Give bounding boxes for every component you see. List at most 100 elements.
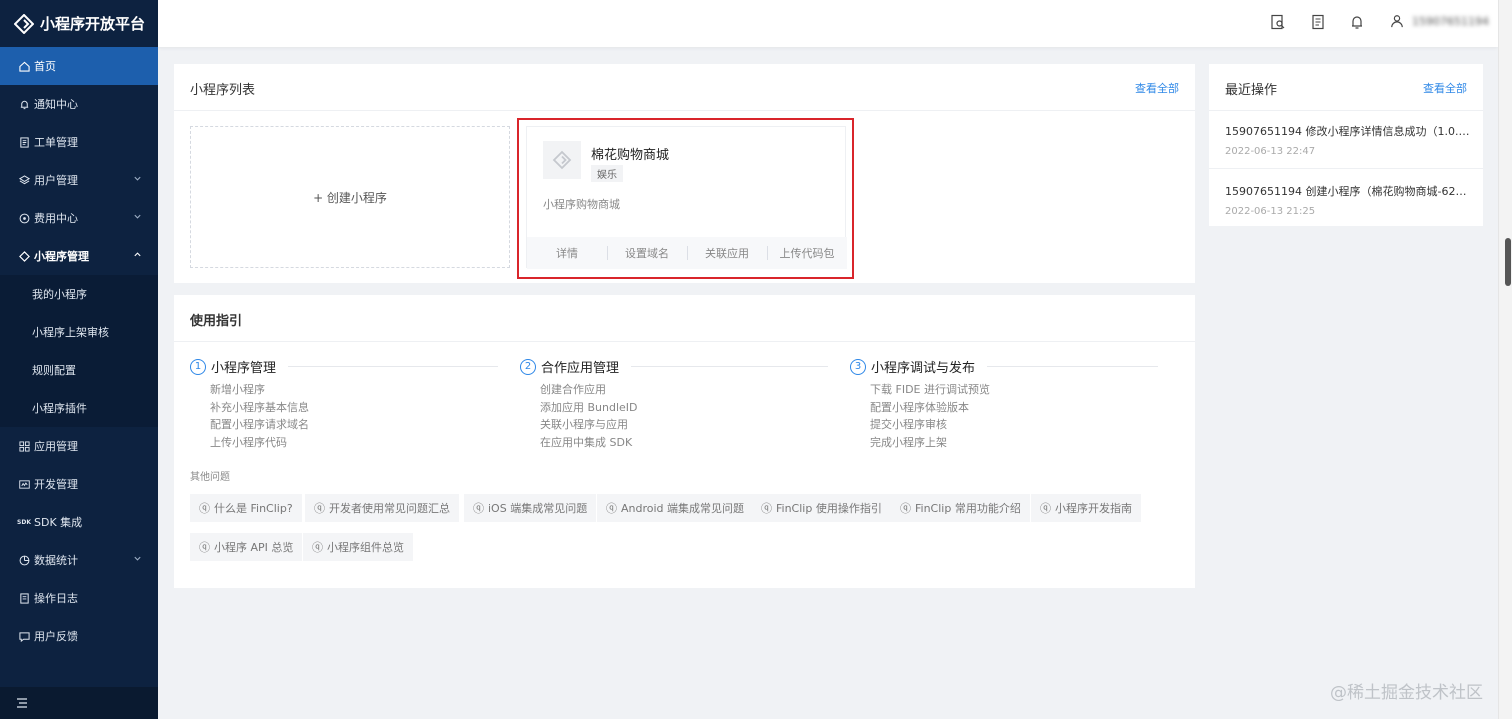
guide-step[interactable]: 提交小程序审核 [870, 416, 1170, 434]
grid-icon [18, 440, 30, 452]
create-miniprogram-button[interactable]: + 创建小程序 [190, 126, 510, 268]
sidebar-subitem-my-miniprograms[interactable]: 我的小程序 [0, 275, 158, 313]
guide-step[interactable]: 配置小程序请求域名 [210, 416, 510, 434]
sidebar-item-logs[interactable]: 操作日志 [0, 579, 158, 617]
layers-icon [18, 174, 30, 186]
sidebar-item-label: 通知中心 [34, 98, 78, 111]
highlight-box [517, 118, 854, 279]
faq-chip[interactable]: ⓠ FinClip 常用功能介绍 [891, 494, 1030, 522]
faq-chip-label: 小程序开发指南 [1055, 502, 1132, 515]
faq-chip-label: FinClip 使用操作指引 [776, 502, 882, 515]
scrollbar-thumb[interactable] [1505, 238, 1511, 286]
faq-chip[interactable]: ⓠ FinClip 使用操作指引 [752, 494, 891, 522]
guide-heading: 3 小程序调试与发布 [850, 357, 1170, 376]
operation-time: 2022-06-13 22:47 [1225, 146, 1316, 157]
ticket-icon [18, 136, 30, 148]
operation-text: 15907651194 创建小程序（棉花购物商城-62a73... [1225, 185, 1471, 198]
help-icon: ⓠ [1040, 502, 1051, 515]
faq-chip-label: FinClip 常用功能介绍 [915, 502, 1021, 515]
sidebar-item-billing[interactable]: 费用中心 [0, 199, 158, 237]
guide-column: 2 合作应用管理 创建合作应用 添加应用 BundleID 关联小程序与应用 在… [520, 357, 840, 451]
faq-chip[interactable]: ⓠ 小程序组件总览 [303, 533, 413, 561]
guide-step[interactable]: 创建合作应用 [540, 381, 840, 399]
guide-step[interactable]: 上传小程序代码 [210, 434, 510, 452]
sidebar-item-feedback[interactable]: 用户反馈 [0, 617, 158, 655]
guide-step[interactable]: 关联小程序与应用 [540, 416, 840, 434]
sidebar-item-label: 应用管理 [34, 440, 78, 453]
guide-step[interactable]: 添加应用 BundleID [540, 399, 840, 417]
sidebar-item-miniprogram[interactable]: 小程序管理 [0, 237, 158, 275]
document-icon[interactable] [1310, 14, 1326, 30]
notification-icon[interactable] [1349, 14, 1365, 30]
divider [288, 366, 498, 367]
faq-chip[interactable]: ⓠ iOS 端集成常见问题 [464, 494, 597, 522]
feedback-icon [18, 630, 30, 642]
faq-chip[interactable]: ⓠ 什么是 FinClip? [190, 494, 302, 522]
guide-step[interactable]: 配置小程序体验版本 [870, 399, 1170, 417]
top-header: 15907651194 [158, 0, 1498, 47]
faq-chip-label: 什么是 FinClip? [214, 502, 293, 515]
sidebar-item-tickets[interactable]: 工单管理 [0, 123, 158, 161]
sidebar-item-dev[interactable]: 开发管理 [0, 465, 158, 503]
brand[interactable]: 小程序开放平台 [0, 0, 158, 47]
step-number-badge: 3 [850, 358, 866, 375]
sidebar: 小程序开放平台 首页 通知中心 工单管理 用户管理 费用中心 小程序管理 我的小… [0, 0, 158, 719]
sidebar-item-label: 数据统计 [34, 554, 78, 567]
logo-icon [14, 13, 34, 34]
help-icon: ⓠ [606, 502, 617, 515]
faq-chip-label: 开发者使用常见问题汇总 [329, 502, 450, 515]
sidebar-item-home[interactable]: 首页 [0, 47, 158, 85]
sidebar-item-sdk[interactable]: SDK SDK 集成 [0, 503, 158, 541]
divider [1209, 110, 1483, 111]
sidebar-item-apps[interactable]: 应用管理 [0, 427, 158, 465]
guide-step[interactable]: 完成小程序上架 [870, 434, 1170, 452]
sidebar-item-users[interactable]: 用户管理 [0, 161, 158, 199]
chevron-down-icon [134, 556, 141, 561]
guide-step[interactable]: 新增小程序 [210, 381, 510, 399]
faq-chip[interactable]: ⓠ 开发者使用常见问题汇总 [305, 494, 459, 522]
help-icon: ⓠ [761, 502, 772, 515]
divider [631, 366, 828, 367]
help-icon: ⓠ [473, 502, 484, 515]
chevron-down-icon [134, 214, 141, 219]
help-icon: ⓠ [199, 541, 210, 554]
divider [174, 341, 1195, 342]
page-scrollbar[interactable] [1498, 0, 1512, 719]
sidebar-item-label: 小程序管理 [34, 250, 89, 263]
faq-chip[interactable]: ⓠ 小程序开发指南 [1031, 494, 1141, 522]
faq-chip-label: Android 端集成常见问题 [621, 502, 745, 515]
home-icon [18, 60, 30, 72]
sidebar-item-label: 工单管理 [34, 136, 78, 149]
view-all-link[interactable]: 查看全部 [1423, 80, 1467, 96]
guide-step[interactable]: 下载 FIDE 进行调试预览 [870, 381, 1170, 399]
sidebar-subitem-rules[interactable]: 规则配置 [0, 351, 158, 389]
operation-item[interactable]: 15907651194 创建小程序（棉花购物商城-62a73... 2022-0… [1225, 183, 1471, 217]
guide-step[interactable]: 在应用中集成 SDK [540, 434, 840, 452]
guide-column: 1 小程序管理 新增小程序 补充小程序基本信息 配置小程序请求域名 上传小程序代… [190, 357, 510, 451]
sidebar-item-label: 操作日志 [34, 592, 78, 605]
search-doc-icon[interactable] [1270, 14, 1286, 30]
other-questions-title: 其他问题 [190, 472, 230, 483]
bell-icon [18, 98, 30, 110]
sidebar-item-stats[interactable]: 数据统计 [0, 541, 158, 579]
sidebar-item-label: 首页 [34, 60, 56, 73]
help-icon: ⓠ [199, 502, 210, 515]
operation-item[interactable]: 15907651194 修改小程序详情信息成功（1.0.0-6... 2022-… [1225, 123, 1471, 157]
log-icon [18, 592, 30, 604]
sidebar-item-notifications[interactable]: 通知中心 [0, 85, 158, 123]
panel-title: 最近操作 [1225, 83, 1278, 98]
faq-chip-label: 小程序组件总览 [327, 541, 404, 554]
step-number-badge: 1 [190, 358, 206, 375]
faq-chip[interactable]: ⓠ 小程序 API 总览 [190, 533, 303, 561]
faq-chip-label: 小程序 API 总览 [214, 541, 294, 554]
divider [1209, 168, 1483, 169]
view-all-link[interactable]: 查看全部 [1135, 80, 1179, 96]
user-menu[interactable]: 15907651194 [1390, 14, 1489, 28]
chevron-up-icon [134, 252, 141, 257]
sidebar-subitem-plugins[interactable]: 小程序插件 [0, 389, 158, 427]
sidebar-collapse-button[interactable] [0, 687, 158, 719]
guide-step[interactable]: 补充小程序基本信息 [210, 399, 510, 417]
guide-heading-title: 合作应用管理 [541, 361, 620, 376]
sidebar-subitem-review[interactable]: 小程序上架审核 [0, 313, 158, 351]
faq-chip[interactable]: ⓠ Android 端集成常见问题 [597, 494, 754, 522]
